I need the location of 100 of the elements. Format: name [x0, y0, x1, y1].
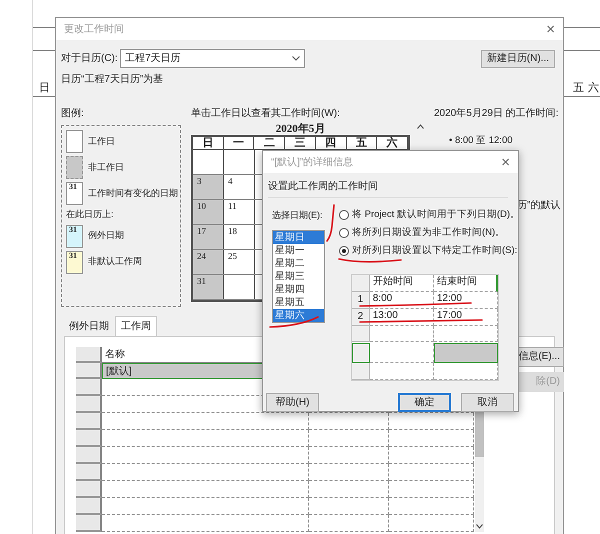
- table-cell[interactable]: [102, 447, 309, 464]
- dialog-title: “[默认]”的详细信息: [271, 156, 354, 170]
- table-cell[interactable]: [102, 413, 309, 430]
- table-cell[interactable]: 17:00: [434, 309, 498, 326]
- close-button[interactable]: ×: [546, 22, 555, 36]
- date-swatch: 31: [66, 224, 83, 248]
- day-listbox[interactable]: 星期日 星期一 星期二 星期三 星期四 星期五 星期六: [272, 230, 325, 323]
- legend-label: 工作日: [88, 134, 115, 148]
- table-cell[interactable]: [434, 363, 498, 380]
- radio-button[interactable]: [339, 246, 349, 256]
- dialog-button[interactable]: 确定: [398, 393, 451, 412]
- background-text: 六: [588, 82, 599, 95]
- calendar-day[interactable]: 11: [224, 200, 255, 224]
- table-cell[interactable]: [389, 430, 474, 447]
- tab[interactable]: 工作周: [115, 316, 157, 336]
- weekday-header: 六: [377, 137, 408, 149]
- calendar-day[interactable]: 24: [193, 250, 224, 274]
- table-cell[interactable]: [102, 515, 309, 532]
- section-title: 设置此工作周的工作时间: [268, 179, 508, 198]
- table-cell[interactable]: [309, 498, 389, 515]
- row-header: [76, 481, 102, 498]
- table-cell[interactable]: [309, 447, 389, 464]
- weekday-header: 四: [316, 137, 347, 149]
- column-header: 结束时间: [434, 275, 498, 292]
- instruction-text: 单击工作日以查看其工作时间(W):: [191, 106, 341, 121]
- weekday-header: 五: [346, 137, 378, 149]
- table-cell[interactable]: [102, 464, 309, 481]
- radio-button[interactable]: [339, 228, 349, 238]
- color-swatch: [66, 156, 83, 179]
- table-cell[interactable]: [309, 515, 389, 532]
- table-cell[interactable]: [309, 430, 389, 447]
- table-cell[interactable]: [370, 326, 434, 342]
- list-option[interactable]: 星期四: [273, 283, 324, 296]
- list-option[interactable]: 星期三: [273, 270, 324, 283]
- row-header: [76, 430, 102, 447]
- table-cell[interactable]: [309, 413, 389, 430]
- legend-heading: 在此日历上:: [66, 208, 115, 221]
- radio-button[interactable]: [339, 210, 349, 220]
- close-button[interactable]: ×: [501, 154, 510, 170]
- table-cell[interactable]: [389, 498, 474, 515]
- calendar-day[interactable]: 3: [193, 175, 224, 199]
- table-cell[interactable]: 13:00: [370, 309, 434, 326]
- legend-label: 例外日期: [88, 229, 124, 242]
- table-cell[interactable]: [370, 363, 434, 380]
- calendar-day[interactable]: 10: [193, 200, 224, 224]
- table-cell[interactable]: 8:00: [370, 292, 434, 309]
- row-number: 2: [352, 309, 370, 326]
- dialog-button[interactable]: 帮助(H): [266, 393, 319, 412]
- row-header: [76, 498, 102, 515]
- table-cell[interactable]: [309, 481, 389, 498]
- list-option[interactable]: 星期日: [273, 231, 324, 244]
- background-text: 五: [573, 82, 584, 95]
- calendar-day[interactable]: 18: [224, 225, 255, 249]
- new-calendar-button[interactable]: 新建日历(N)...: [480, 50, 555, 68]
- table-cell[interactable]: [389, 413, 474, 430]
- list-option[interactable]: 星期二: [273, 257, 324, 270]
- legend-label: 非工作日: [88, 160, 124, 174]
- legend-title: 图例:: [61, 107, 85, 121]
- chevron-down-icon: [292, 56, 300, 61]
- table-cell[interactable]: 12:00: [434, 292, 498, 309]
- table-cell[interactable]: [389, 481, 474, 498]
- column-header: 开始时间: [370, 275, 434, 292]
- calendar-day[interactable]: 25: [224, 250, 255, 274]
- radio-label: 将所列日期设置为非工作时间(N)。: [352, 226, 506, 240]
- list-option[interactable]: 星期一: [273, 244, 324, 257]
- list-option[interactable]: 星期五: [273, 296, 324, 309]
- row-header: [352, 363, 370, 380]
- table-cell[interactable]: [434, 326, 498, 342]
- month-title: 2020年5月: [274, 123, 326, 135]
- scroll-down-icon[interactable]: [476, 524, 483, 529]
- table-cell[interactable]: [389, 464, 474, 481]
- row-header: [352, 275, 370, 292]
- info-text: 日历“工程7天日历”为基: [60, 72, 164, 87]
- dialog-button[interactable]: 取消: [461, 393, 514, 412]
- row-header: [352, 343, 370, 363]
- radio-label: 对所列日期设置以下特定工作时间(S):: [352, 244, 518, 258]
- table-cell[interactable]: [389, 515, 474, 532]
- calendar-day[interactable]: 31: [193, 275, 224, 299]
- calendar-day[interactable]: 17: [193, 225, 224, 249]
- table-cell[interactable]: [102, 481, 309, 498]
- table-cell[interactable]: [102, 430, 309, 447]
- background-text: 日: [39, 82, 50, 95]
- row-header: [352, 326, 370, 342]
- annotation-stroke: [326, 204, 335, 242]
- window-title: 更改工作时间: [64, 22, 124, 36]
- scroll-up-icon[interactable]: [417, 124, 424, 129]
- table-cell[interactable]: [389, 447, 474, 464]
- tab[interactable]: 例外日期: [63, 316, 115, 336]
- table-cell[interactable]: [309, 464, 389, 481]
- table-cell[interactable]: [434, 343, 498, 363]
- calendar-dropdown[interactable]: 工程7天日历: [120, 49, 306, 68]
- row-header: [76, 464, 102, 481]
- row-header: [76, 379, 102, 396]
- calendar-day[interactable]: 4: [224, 175, 255, 199]
- list-option[interactable]: 星期六: [273, 309, 324, 322]
- field-label: 选择日期(E):: [272, 209, 324, 222]
- row-header: [76, 347, 102, 363]
- weekday-header: 三: [285, 137, 316, 149]
- legend-label: 工作时间有变化的日期: [88, 186, 178, 200]
- table-cell[interactable]: [102, 498, 309, 515]
